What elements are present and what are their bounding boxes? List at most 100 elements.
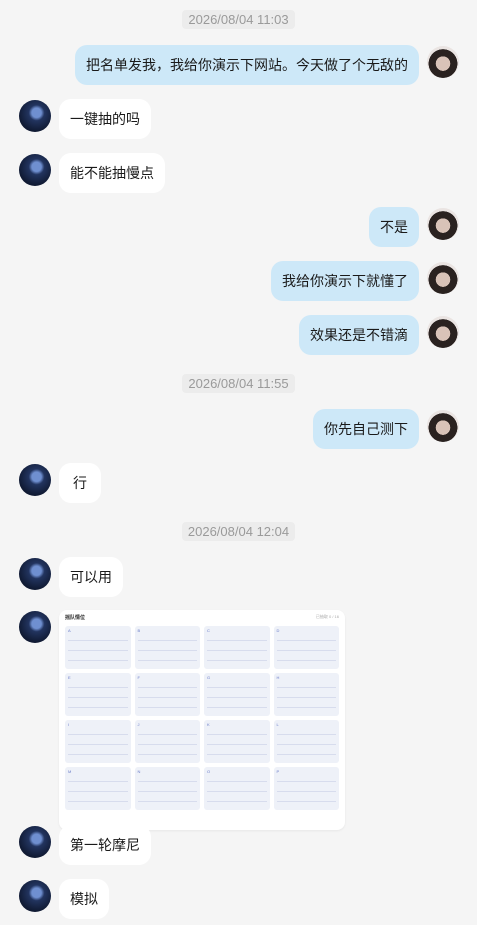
row-divider (276, 707, 336, 708)
message-bubble-sent[interactable]: 把名单发我，我给你演示下网站。今天做了个无敌的 (75, 45, 419, 85)
row-divider (137, 781, 197, 782)
image-title: 摇队情位 (65, 615, 86, 621)
group-cell: I (65, 720, 131, 763)
group-cell: C (204, 626, 270, 669)
row-divider (68, 781, 128, 782)
row-divider (68, 791, 128, 792)
group-cell: E (65, 673, 131, 716)
row-divider (68, 801, 128, 802)
group-label: C (207, 628, 210, 633)
row-divider (276, 640, 336, 641)
contact-avatar[interactable] (19, 464, 51, 496)
message-bubble-sent[interactable]: 效果还是不错滴 (299, 315, 419, 355)
group-cell: P (273, 767, 339, 810)
group-cell: F (134, 673, 200, 716)
row-divider (137, 801, 197, 802)
self-avatar[interactable] (427, 410, 459, 442)
group-cell: L (273, 720, 339, 763)
row-divider (207, 734, 267, 735)
row-divider (207, 754, 267, 755)
row-divider (137, 640, 197, 641)
row-divider (207, 801, 267, 802)
self-avatar[interactable] (427, 316, 459, 348)
group-cell: M (65, 767, 131, 810)
row-divider (276, 801, 336, 802)
self-avatar[interactable] (427, 262, 459, 294)
row-divider (137, 687, 197, 688)
row-divider (137, 697, 197, 698)
row-divider (68, 660, 128, 661)
row-divider (276, 744, 336, 745)
contact-avatar[interactable] (19, 611, 51, 643)
row-divider (276, 650, 336, 651)
group-cell: B (134, 626, 200, 669)
row-divider (68, 687, 128, 688)
row-divider (207, 697, 267, 698)
group-label: J (137, 722, 140, 727)
row-divider (137, 744, 197, 745)
timestamp: 2026/08/04 11:03 (0, 10, 477, 29)
group-label: M (68, 769, 72, 774)
contact-avatar[interactable] (19, 880, 51, 912)
row-divider (137, 734, 197, 735)
group-label: F (137, 675, 140, 680)
group-label: N (137, 769, 141, 774)
message-bubble-sent[interactable]: 不是 (369, 207, 419, 247)
message-bubble-sent[interactable]: 你先自己测下 (313, 409, 419, 449)
row-divider (207, 660, 267, 661)
group-cell: J (134, 720, 200, 763)
contact-avatar[interactable] (19, 100, 51, 132)
group-label: A (68, 628, 71, 633)
group-cell: D (273, 626, 339, 669)
self-avatar[interactable] (427, 46, 459, 78)
message-bubble-received[interactable]: 能不能抽慢点 (59, 153, 165, 193)
row-divider (207, 687, 267, 688)
row-divider (68, 697, 128, 698)
group-label: P (276, 769, 280, 774)
row-divider (276, 697, 336, 698)
row-divider (276, 791, 336, 792)
row-divider (276, 734, 336, 735)
message-bubble-received[interactable]: 一键抽的吗 (59, 99, 151, 139)
group-label: G (207, 675, 211, 680)
row-divider (276, 754, 336, 755)
group-label: L (276, 722, 279, 727)
group-label: E (68, 675, 71, 680)
row-divider (207, 707, 267, 708)
timestamp: 2026/08/04 11:55 (0, 374, 477, 393)
group-label: D (276, 628, 280, 633)
row-divider (68, 754, 128, 755)
group-label: O (207, 769, 211, 774)
group-cell: G (204, 673, 270, 716)
group-cell: O (204, 767, 270, 810)
message-bubble-received[interactable]: 第一轮摩尼 (59, 825, 151, 865)
row-divider (68, 650, 128, 651)
message-bubble-received[interactable]: 行 (59, 463, 101, 503)
row-divider (207, 640, 267, 641)
row-divider (276, 660, 336, 661)
contact-avatar[interactable] (19, 826, 51, 858)
message-bubble-received[interactable]: 可以用 (59, 557, 123, 597)
group-cell: N (134, 767, 200, 810)
image-message[interactable]: 摇队情位 已抽取 0 / 16 A B C D E F G H I J K L M N O P (59, 610, 345, 830)
row-divider (137, 660, 197, 661)
image-meta: 已抽取 0 / 16 (315, 614, 339, 619)
group-cell: K (204, 720, 270, 763)
group-label: B (137, 628, 141, 633)
row-divider (137, 754, 197, 755)
self-avatar[interactable] (427, 208, 459, 240)
row-divider (68, 707, 128, 708)
contact-avatar[interactable] (19, 558, 51, 590)
contact-avatar[interactable] (19, 154, 51, 186)
row-divider (207, 791, 267, 792)
row-divider (68, 734, 128, 735)
row-divider (137, 707, 197, 708)
message-bubble-sent[interactable]: 我给你演示下就懂了 (271, 261, 419, 301)
timestamp: 2026/08/04 12:04 (0, 522, 477, 541)
message-bubble-received[interactable]: 模拟 (59, 879, 109, 919)
row-divider (137, 650, 197, 651)
row-divider (68, 744, 128, 745)
group-cell: A (65, 626, 131, 669)
group-grid: A B C D E F G H I J K L M N O P (65, 626, 339, 810)
row-divider (207, 650, 267, 651)
